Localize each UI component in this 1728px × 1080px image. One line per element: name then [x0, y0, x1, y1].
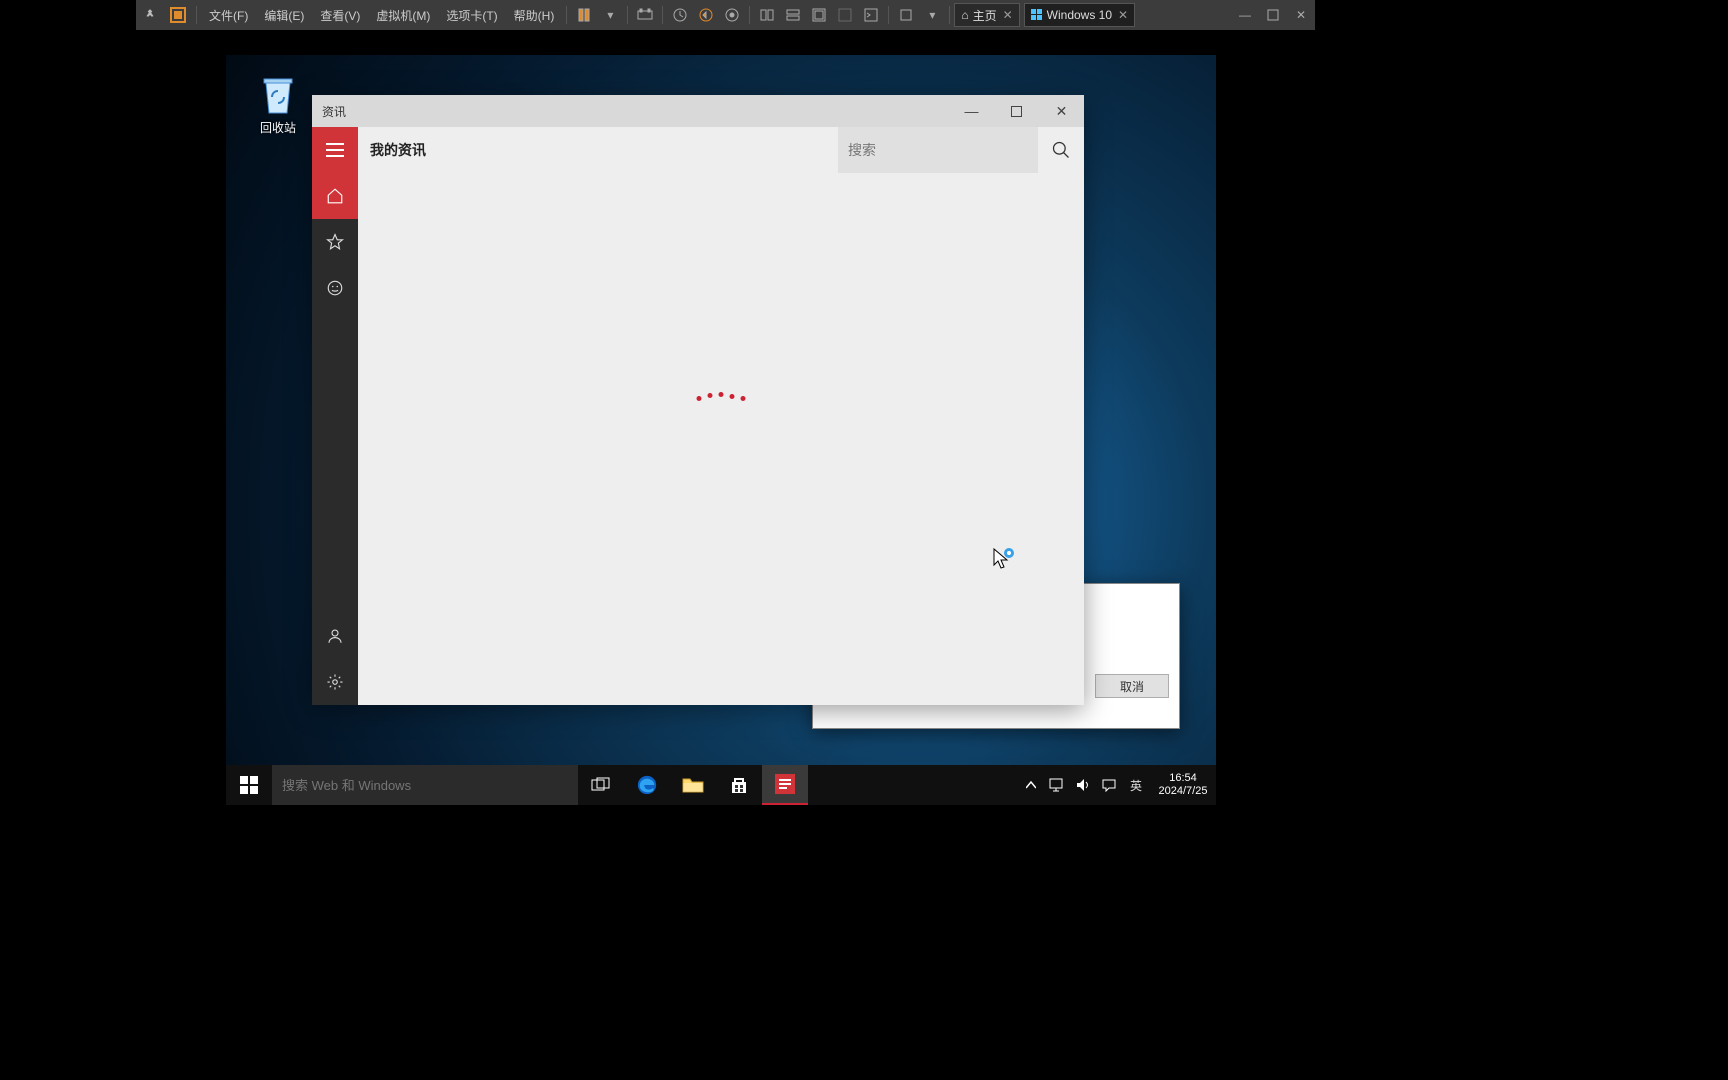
edge-icon — [636, 774, 658, 796]
snapshot-revert-icon[interactable] — [693, 0, 719, 30]
window-maximize-button[interactable] — [994, 95, 1039, 127]
taskbar-search-input[interactable] — [272, 765, 578, 805]
windows-taskbar: 英 16:54 2024/7/25 — [226, 765, 1216, 805]
recycle-bin-icon — [258, 73, 298, 117]
pause-icon[interactable] — [571, 0, 597, 30]
menu-edit[interactable]: 编辑(E) — [256, 0, 312, 30]
windows-icon — [240, 776, 258, 794]
cancel-button[interactable]: 取消 — [1095, 674, 1169, 698]
tray-network-icon[interactable] — [1044, 765, 1070, 805]
console-icon[interactable] — [858, 0, 884, 30]
page-title: 我的资讯 — [358, 140, 838, 160]
mouse-cursor-busy-icon — [992, 547, 1016, 571]
vmware-menubar: 文件(F) 编辑(E) 查看(V) 虚拟机(M) 选项卡(T) 帮助(H) ▾ … — [136, 0, 1315, 30]
tab-label: Windows 10 — [1047, 8, 1112, 22]
news-nav-rail — [312, 127, 358, 705]
nav-feedback[interactable] — [312, 265, 358, 311]
start-button[interactable] — [226, 765, 272, 805]
guest-desktop: 回收站 取消 资讯 — ✕ — [226, 55, 1216, 805]
menu-help[interactable]: 帮助(H) — [506, 0, 563, 30]
news-titlebar[interactable]: 资讯 — ✕ — [312, 95, 1084, 127]
send-ctrl-alt-del-icon[interactable] — [632, 0, 658, 30]
fullscreen-icon[interactable] — [806, 0, 832, 30]
taskbar-news-app[interactable] — [762, 765, 808, 805]
unity-icon[interactable] — [832, 0, 858, 30]
news-app-icon — [775, 774, 795, 794]
folder-icon — [682, 776, 704, 794]
menu-view[interactable]: 查看(V) — [312, 0, 368, 30]
dropdown-icon[interactable]: ▾ — [597, 0, 623, 30]
window-title: 资讯 — [322, 103, 346, 120]
taskbar-explorer[interactable] — [670, 765, 716, 805]
search-button[interactable] — [1038, 127, 1084, 173]
loading-spinner — [697, 396, 746, 401]
stretch-icon[interactable] — [893, 0, 919, 30]
stretch-dropdown-icon[interactable]: ▾ — [919, 0, 945, 30]
tray-ime-indicator[interactable]: 英 — [1122, 765, 1150, 805]
task-view-button[interactable] — [578, 765, 624, 805]
pin-icon[interactable] — [136, 0, 164, 30]
store-icon — [729, 775, 749, 795]
view-multi-icon[interactable] — [780, 0, 806, 30]
taskbar-edge[interactable] — [624, 765, 670, 805]
nav-favorites[interactable] — [312, 219, 358, 265]
taskbar-store[interactable] — [716, 765, 762, 805]
tray-overflow-button[interactable] — [1018, 765, 1044, 805]
recycle-bin-label: 回收站 — [248, 119, 308, 136]
nav-home[interactable] — [312, 173, 358, 219]
system-tray: 英 16:54 2024/7/25 — [1018, 765, 1216, 805]
vmware-maximize-button[interactable] — [1259, 0, 1287, 30]
menu-tabs[interactable]: 选项卡(T) — [438, 0, 505, 30]
chevron-up-icon — [1026, 781, 1036, 789]
windows-icon — [1031, 9, 1043, 21]
recycle-bin[interactable]: 回收站 — [248, 73, 308, 136]
home-icon: ⌂ — [961, 8, 968, 22]
vmware-minimize-button[interactable]: — — [1231, 0, 1259, 30]
tray-volume-icon[interactable] — [1070, 765, 1096, 805]
window-minimize-button[interactable]: — — [949, 95, 994, 127]
taskbar-clock[interactable]: 16:54 2024/7/25 — [1150, 766, 1216, 804]
hamburger-button[interactable] — [312, 127, 358, 173]
menu-file[interactable]: 文件(F) — [201, 0, 256, 30]
window-close-button[interactable]: ✕ — [1039, 95, 1084, 127]
tray-action-center-icon[interactable] — [1096, 765, 1122, 805]
news-content-area — [358, 173, 1084, 705]
clock-date: 2024/7/25 — [1154, 785, 1212, 798]
snapshot-take-icon[interactable] — [667, 0, 693, 30]
vmware-close-button[interactable]: ✕ — [1287, 0, 1315, 30]
news-app-window: 资讯 — ✕ — [312, 95, 1084, 705]
view-single-icon[interactable] — [754, 0, 780, 30]
tab-label: 主页 — [973, 7, 997, 24]
nav-settings[interactable] — [312, 659, 358, 705]
nav-account[interactable] — [312, 613, 358, 659]
task-view-icon — [591, 777, 611, 793]
vmware-logo-icon[interactable] — [164, 0, 192, 30]
snapshot-manager-icon[interactable] — [719, 0, 745, 30]
search-input[interactable] — [838, 127, 1038, 173]
menu-vm[interactable]: 虚拟机(M) — [368, 0, 438, 30]
clock-time: 16:54 — [1154, 772, 1212, 785]
search-icon — [1051, 140, 1071, 160]
tab-close-icon[interactable]: ✕ — [1118, 8, 1128, 22]
tab-windows10[interactable]: Windows 10 ✕ — [1024, 3, 1135, 27]
news-header: 我的资讯 — [358, 127, 1084, 173]
tab-home[interactable]: ⌂ 主页 ✕ — [954, 3, 1019, 27]
tab-close-icon[interactable]: ✕ — [1003, 8, 1013, 22]
